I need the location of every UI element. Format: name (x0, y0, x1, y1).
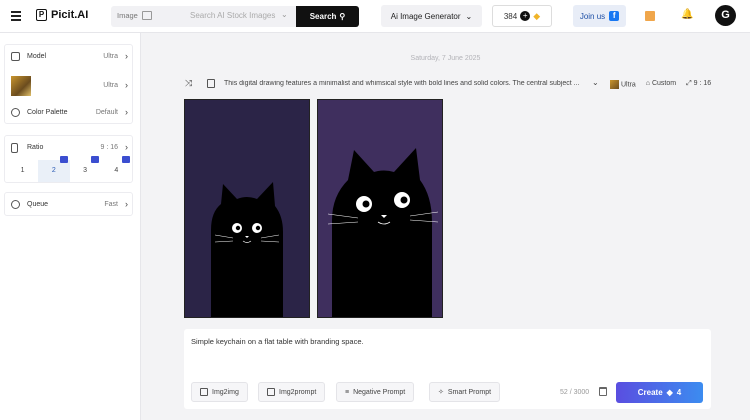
chevron-down-icon: ⌄ (465, 11, 473, 21)
img2img-button[interactable]: Img2img (191, 382, 248, 402)
crown-icon (59, 156, 68, 163)
sparkle-icon: ✧ (438, 389, 444, 396)
model-tag: Ultra (610, 80, 636, 89)
facebook-icon: f (609, 11, 620, 21)
ratio-row[interactable]: Ratio 9 : 16 › (5, 136, 134, 160)
expand-icon: ⤢ (686, 80, 694, 87)
gem-icon: ◆ (533, 10, 541, 21)
palette-icon (11, 108, 20, 117)
plus-icon: + (520, 11, 531, 21)
cat-illustration (211, 182, 283, 317)
image-icon (142, 11, 152, 20)
model-panel: Model Ultra › Ultra › Color Palette Default › (4, 44, 133, 124)
create-button[interactable]: Create ◆ 4 (616, 382, 703, 403)
sparkle-icon (11, 200, 20, 209)
generated-image-1[interactable] (184, 99, 310, 318)
top-bar: P Picit.AI Image ⌄ Search AI Stock Images… (0, 0, 750, 33)
avatar[interactable]: G (715, 5, 736, 26)
chevron-right-icon: › (125, 199, 128, 209)
date-label: Saturday, 7 June 2025 (410, 55, 481, 62)
credits-badge[interactable]: 384 + ◆ (492, 5, 552, 27)
image-icon (200, 388, 208, 396)
prompt-preview[interactable]: This digital drawing features a minimali… (224, 80, 584, 87)
img2prompt-button[interactable]: Img2prompt (258, 382, 326, 402)
generated-image-2[interactable] (317, 99, 443, 318)
prompt-input[interactable]: Simple keychain on a flat table with bra… (191, 337, 364, 346)
negative-prompt-button[interactable]: ≡ Negative Prompt (336, 382, 415, 402)
document-icon[interactable] (207, 79, 215, 88)
style-thumbnail (11, 76, 31, 96)
sidebar: Model Ultra › Ultra › Color Palette Default ›… (0, 33, 141, 420)
chevron-right-icon: › (125, 107, 128, 117)
search-icon: ⚲ (339, 12, 346, 21)
ratio-option-1[interactable]: 1 (7, 160, 38, 182)
queue-row[interactable]: Queue Fast › (5, 193, 134, 217)
char-count: 52 / 3000 (560, 389, 590, 396)
palette-row[interactable]: Color Palette Default › (5, 101, 134, 125)
bell-icon[interactable]: 🔔 (681, 9, 693, 20)
model-row[interactable]: Model Ultra › (5, 45, 134, 69)
smart-prompt-button[interactable]: ✧ Smart Prompt (429, 382, 501, 402)
main-area: Saturday, 7 June 2025 ⤨ This digital dra… (141, 33, 750, 420)
menu-icon[interactable] (11, 11, 21, 21)
queue-panel: Queue Fast › (4, 192, 133, 216)
model-thumbnail (610, 80, 619, 89)
chevron-down-icon[interactable]: ⌄ (281, 10, 288, 19)
join-us-button[interactable]: Join us f (573, 5, 626, 27)
logo-icon: P (36, 9, 47, 21)
search-button[interactable]: Search ⚲ (296, 6, 359, 27)
style-tag: ⌂ Custom (645, 80, 677, 87)
crown-icon (90, 156, 99, 163)
search-box[interactable]: Image ⌄ Search AI Stock Images (111, 6, 296, 27)
list-icon: ≡ (345, 388, 350, 396)
image-text-icon (267, 388, 275, 396)
chevron-right-icon: › (125, 51, 128, 61)
logo[interactable]: P Picit.AI (36, 9, 88, 21)
phone-icon (11, 143, 18, 153)
ratio-option-2[interactable]: 2 (38, 156, 70, 182)
ratio-tag: ⤢ 9 : 16 (686, 80, 712, 87)
prompt-input-box[interactable]: Simple keychain on a flat table with bra… (184, 329, 711, 409)
ratio-options: 1 2 3 4 (7, 156, 132, 182)
chevron-down-icon[interactable]: ⌄ (592, 78, 599, 87)
gem-icon: ◆ (666, 388, 673, 397)
chevron-right-icon: › (125, 142, 128, 152)
generator-dropdown[interactable]: Ai Image Generator ⌄ (381, 5, 482, 27)
gift-icon[interactable] (645, 11, 655, 21)
ratio-option-3[interactable]: 3 (70, 156, 101, 182)
chevron-right-icon: › (125, 80, 128, 90)
generation-tags: Ultra ⌂ Custom ⤢ 9 : 16 (610, 80, 711, 89)
search-category[interactable]: Image (117, 11, 138, 20)
crown-icon (122, 156, 130, 163)
search-input[interactable]: Search AI Stock Images (190, 11, 275, 20)
style-row[interactable]: Ultra › (5, 72, 134, 100)
ratio-option-4[interactable]: 4 (101, 156, 132, 182)
ratio-panel: Ratio 9 : 16 › 1 2 3 4 (4, 135, 133, 183)
shuffle-icon[interactable]: ⤨ (185, 78, 192, 89)
cat-illustration (327, 148, 439, 317)
model-icon (11, 52, 20, 61)
trash-icon[interactable] (599, 387, 607, 396)
